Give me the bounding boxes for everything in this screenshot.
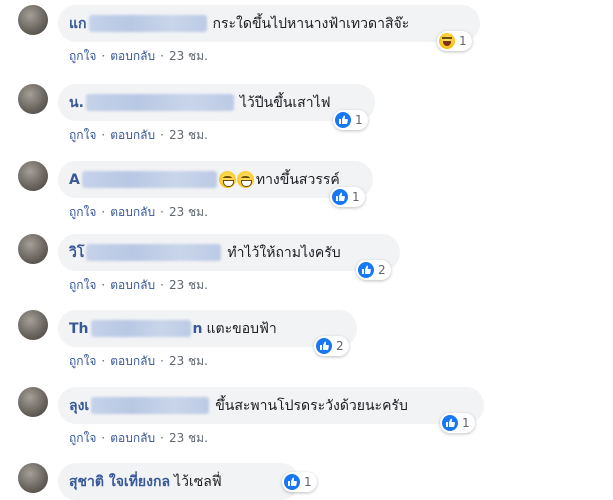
comment-1: แก กระใดขึ้นไปหานางฟ้าเทวดาสิจ๊ะ 1 ถูกใจ… [0,5,613,85]
comment-text: ไว้เซลฟี่ [174,473,222,490]
like-reaction-icon [332,189,348,205]
grinning-emoji-icon [218,171,236,188]
comment-actions: ถูกใจ · ตอบกลับ · 23 ชม. [69,431,208,445]
like-reaction-icon [284,474,300,490]
comment-actions: ถูกใจ · ตอบกลับ · 23 ชม. [69,128,208,142]
like-reaction-icon [316,338,332,354]
comment-text: ทางขึ้นสวรรค์ [255,171,340,188]
comment-text: แตะขอบฟ้า [206,320,277,337]
reaction-count: 1 [304,475,312,489]
blurred-name [85,94,234,111]
comment-bubble: ลุงเ ขึ้นสะพานโปรดระวังด้วยนะครับ [58,387,484,424]
comment-text: ขึ้นสะพานโปรดระวังด้วยนะครับ [215,397,408,414]
blurred-name [81,171,217,188]
haha-reaction-icon [439,33,455,49]
comment-actions: ถูกใจ · ตอบกลับ · 23 ชม. [69,278,208,292]
comment-bubble: A ทางขึ้นสวรรค์ [58,161,373,198]
commenter-name-tail[interactable]: n [193,321,203,337]
comment-bubble: แก กระใดขึ้นไปหานางฟ้าเทวดาสิจ๊ะ [58,5,480,42]
reaction-badge[interactable]: 1 [333,110,368,130]
timestamp[interactable]: 23 ชม. [169,354,208,368]
timestamp[interactable]: 23 ชม. [169,128,208,142]
commenter-name[interactable]: Th [69,321,89,337]
comment-actions: ถูกใจ · ตอบกลับ · 23 ชม. [69,354,208,368]
comment-text: ไว้ปีนขึ้นเสาไฟ [239,94,331,111]
avatar[interactable] [18,84,48,114]
avatar[interactable] [18,234,48,264]
comment-bubble: สุชาติ ใจเที่ยงกล ไว้เซลฟี่ [58,463,299,500]
reaction-badge[interactable]: 1 [330,187,365,207]
commenter-name[interactable]: แก [69,13,87,35]
blurred-name [90,320,191,337]
timestamp[interactable]: 23 ชม. [169,49,208,63]
comment-actions: ถูกใจ · ตอบกลับ · 23 ชม. [69,205,208,219]
comment-bubble: Th n แตะขอบฟ้า [58,310,357,347]
like-link[interactable]: ถูกใจ [69,278,96,292]
reply-link[interactable]: ตอบกลับ [110,354,155,368]
reaction-badge[interactable]: 2 [356,260,391,280]
grinning-emoji-icon [236,171,254,188]
reaction-badge[interactable]: 1 [282,472,317,492]
commenter-name[interactable]: A [69,172,80,188]
like-link[interactable]: ถูกใจ [69,431,96,445]
comment-4: วิโ ทำไว้ให้ถามไงครับ 2 ถูกใจ · ตอบกลับ · 23… [0,234,613,314]
reaction-count: 1 [355,113,363,127]
reaction-count: 1 [352,190,360,204]
comment-2: น. ไว้ปีนขึ้นเสาไฟ 1 ถูกใจ · ตอบกลับ · 23 ชม… [0,84,613,164]
commenter-name[interactable]: สุชาติ ใจเที่ยงกล [69,471,170,493]
commenter-name[interactable]: ลุงเ [69,395,89,417]
reaction-count: 1 [462,416,470,430]
reaction-count: 2 [378,263,386,277]
avatar[interactable] [18,161,48,191]
reply-link[interactable]: ตอบกลับ [110,128,155,142]
commenter-name[interactable]: น. [69,92,84,114]
like-link[interactable]: ถูกใจ [69,354,96,368]
like-reaction-icon [442,415,458,431]
reply-link[interactable]: ตอบกลับ [110,49,155,63]
comment-3: A ทางขึ้นสวรรค์ 1 ถูกใจ · ตอบกลับ · 23 ชม. [0,161,613,241]
reaction-badge[interactable]: 1 [440,413,475,433]
comment-5: Th n แตะขอบฟ้า 2 ถูกใจ · ตอบกลับ · 23 ชม. [0,310,613,390]
comment-7: สุชาติ ใจเที่ยงกล ไว้เซลฟี่ 1 [0,463,613,500]
commenter-name[interactable]: วิโ [69,242,84,264]
reaction-badge[interactable]: 1 [437,31,472,51]
comment-actions: ถูกใจ · ตอบกลับ · 23 ชม. [69,49,208,63]
comment-text: กระใดขึ้นไปหานางฟ้าเทวดาสิจ๊ะ [212,15,410,32]
like-link[interactable]: ถูกใจ [69,205,96,219]
like-reaction-icon [358,262,374,278]
avatar[interactable] [18,5,48,35]
like-link[interactable]: ถูกใจ [69,128,96,142]
reply-link[interactable]: ตอบกลับ [110,205,155,219]
reaction-badge[interactable]: 2 [314,336,349,356]
avatar[interactable] [18,387,48,417]
timestamp[interactable]: 23 ชม. [169,431,208,445]
like-reaction-icon [335,112,351,128]
blurred-name [86,244,222,261]
comment-bubble: วิโ ทำไว้ให้ถามไงครับ [58,234,400,271]
timestamp[interactable]: 23 ชม. [169,205,208,219]
like-link[interactable]: ถูกใจ [69,49,96,63]
reply-link[interactable]: ตอบกลับ [110,431,155,445]
timestamp[interactable]: 23 ชม. [169,278,208,292]
comment-text: ทำไว้ให้ถามไงครับ [227,244,341,261]
avatar[interactable] [18,310,48,340]
reply-link[interactable]: ตอบกลับ [110,278,155,292]
blurred-name [88,15,207,32]
comment-bubble: น. ไว้ปีนขึ้นเสาไฟ [58,84,375,121]
reaction-count: 2 [336,339,344,353]
reaction-count: 1 [459,34,467,48]
comment-6: ลุงเ ขึ้นสะพานโปรดระวังด้วยนะครับ 1 ถูกใ… [0,387,613,467]
avatar[interactable] [18,463,48,493]
blurred-name [91,397,210,414]
